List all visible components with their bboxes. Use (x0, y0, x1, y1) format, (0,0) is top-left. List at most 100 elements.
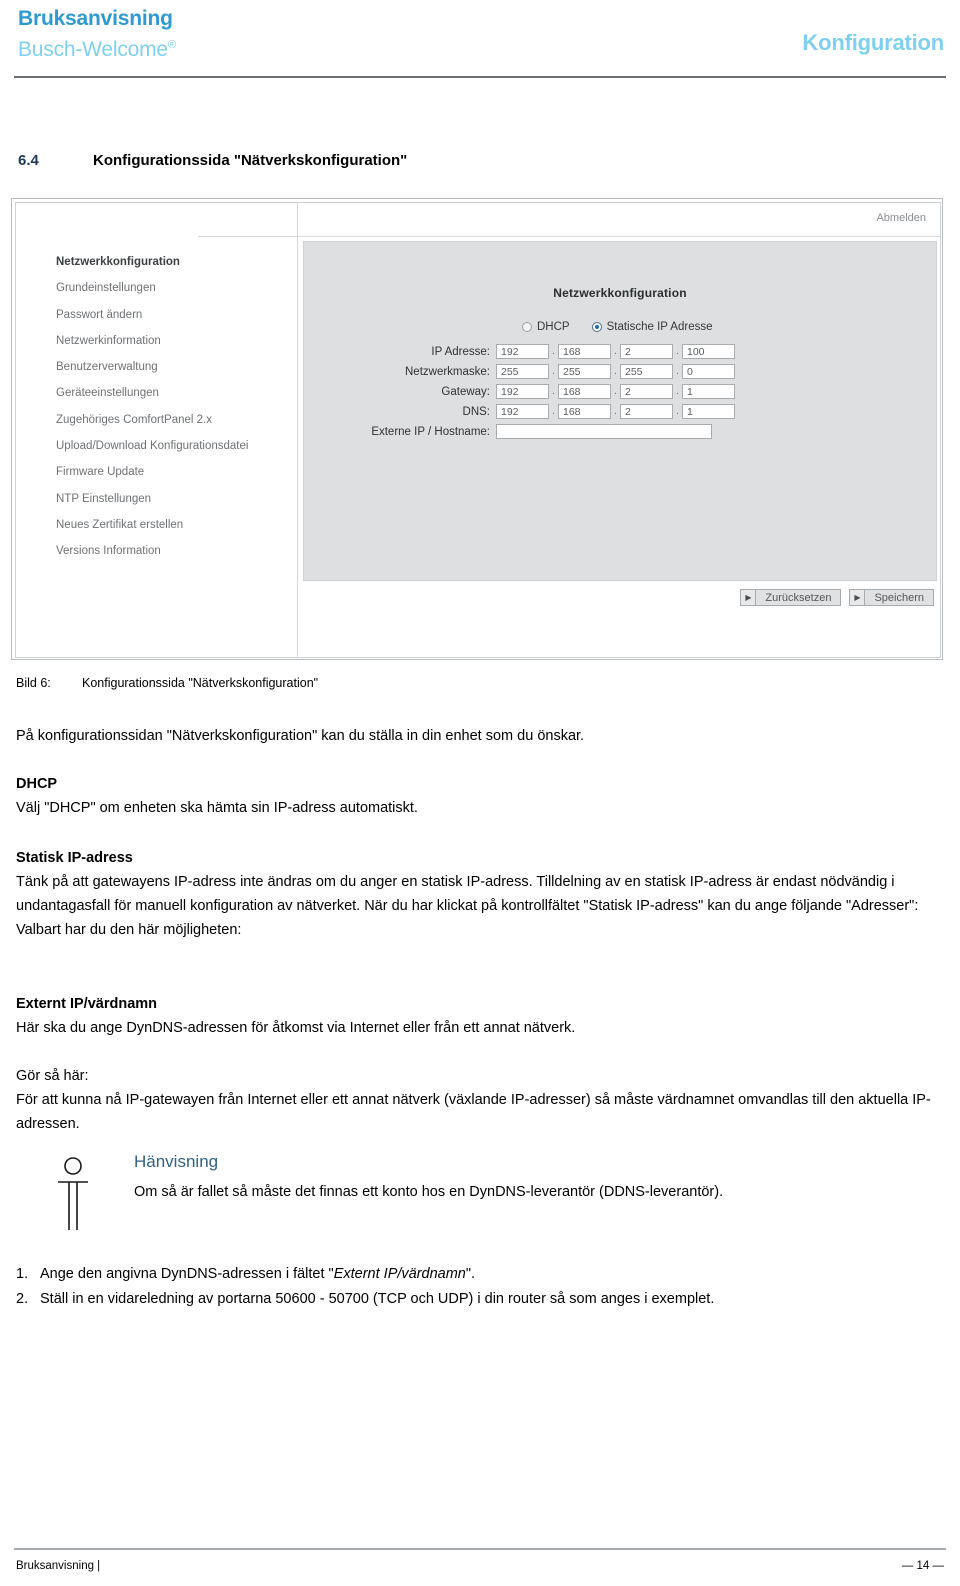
window-tab-area (198, 203, 298, 237)
howto-paragraph: För att kunna nå IP-gatewayen från Inter… (16, 1092, 931, 1132)
gateway-octet-4[interactable]: 1 (682, 384, 735, 399)
octet-separator: . (552, 406, 555, 417)
static-ip-radio[interactable] (591, 322, 602, 332)
external-hostname-row: Externe IP / Hostname: (304, 423, 936, 440)
ip-address-octet-3[interactable]: 2 (620, 344, 673, 359)
intro-paragraph: På konfigurationssidan "Nätverkskonfigur… (16, 724, 932, 748)
step-number-1: 1. (16, 1266, 29, 1282)
step-2-pre: Ställ in en vidareledning av portarna 50… (40, 1291, 715, 1307)
netmask-octet-4[interactable]: 0 (682, 364, 735, 379)
ip-address-row: IP Adresse: 192 . 168 . 2 . 100 (304, 343, 936, 360)
sidebar-item-grundeinstellungen[interactable]: Grundeinstellungen (16, 275, 297, 301)
header-chapter-title: Konfiguration (802, 30, 944, 55)
static-ip-radio-label: Statische IP Adresse (606, 321, 713, 333)
octet-separator: . (614, 366, 617, 377)
step-text-2: Ställ in en vidareledning av portarna 50… (40, 1287, 932, 1312)
dhcp-paragraph: Välj "DHCP" om enheten ska hämta sin IP-… (16, 800, 418, 816)
network-config-panel: Netzwerkkonfiguration DHCP Statische IP … (303, 241, 937, 581)
note-title: Hänvisning (134, 1152, 219, 1171)
brand-product-name: Busch-Welcome (18, 38, 168, 61)
save-button[interactable]: ▶ Speichern (849, 589, 934, 606)
step-number-2: 2. (16, 1291, 29, 1307)
sidebar-item-firmware-update[interactable]: Firmware Update (16, 459, 297, 485)
external-ip-section: Externt IP/värdnamn Här ska du ange DynD… (16, 992, 932, 1040)
form-action-buttons: ▶ Zurücksetzen ▶ Speichern (740, 589, 934, 606)
arrow-right-icon: ▶ (850, 590, 866, 605)
step-text-1: Ange den angivna DynDNS-adressen i fälte… (40, 1262, 932, 1287)
main-content: Netzwerkkonfiguration DHCP Statische IP … (299, 237, 940, 657)
save-button-label: Speichern (874, 591, 924, 604)
sidebar-item-netzwerkkonfiguration[interactable]: Netzwerkkonfiguration (16, 249, 297, 275)
reset-button-label: Zurücksetzen (765, 591, 832, 604)
octet-separator: . (676, 406, 679, 417)
intro-text: På konfigurationssidan "Nätverkskonfigur… (16, 728, 585, 744)
external-hostname-input[interactable] (496, 424, 712, 439)
octet-separator: . (614, 346, 617, 357)
sidebar-item-upload-download[interactable]: Upload/Download Konfigurationsdatei (16, 433, 297, 459)
footer-left-text: Bruksanvisning | (16, 1560, 101, 1572)
footer-divider (14, 1548, 946, 1550)
external-ip-paragraph: Här ska du ange DynDNS-adressen för åtko… (16, 1020, 576, 1036)
netmask-octet-3[interactable]: 255 (620, 364, 673, 379)
static-ip-heading: Statisk IP-adress (16, 850, 133, 866)
reset-button[interactable]: ▶ Zurücksetzen (740, 589, 842, 606)
sidebar-nav: Netzwerkkonfiguration Grundeinstellungen… (16, 237, 298, 657)
gateway-row: Gateway: 192 . 168 . 2 . 1 (304, 383, 936, 400)
dhcp-heading: DHCP (16, 776, 58, 792)
static-ip-section: Statisk IP-adress Tänk på att gatewayens… (16, 846, 932, 942)
netmask-label: Netzwerkmaske: (405, 365, 490, 378)
static-ip-paragraph-2: Valbart har du den här möjligheten: (16, 922, 242, 938)
panel-title: Netzwerkkonfiguration (553, 286, 687, 300)
connection-mode-radio-group: DHCP Statische IP Adresse (522, 318, 936, 336)
sidebar-item-ntp-einstellungen[interactable]: NTP Einstellungen (16, 486, 297, 512)
ip-address-octet-2[interactable]: 168 (558, 344, 611, 359)
dns-octet-1[interactable]: 192 (496, 404, 549, 419)
static-ip-paragraph: Tänk på att gatewayens IP-adress inte än… (16, 874, 919, 914)
dns-octet-4[interactable]: 1 (682, 404, 735, 419)
sidebar-item-passwort-aendern[interactable]: Passwort ändern (16, 302, 297, 328)
howto-section: Gör så här: För att kunna nå IP-gatewaye… (16, 1064, 932, 1136)
gateway-octet-3[interactable]: 2 (620, 384, 673, 399)
sidebar-item-benutzerverwaltung[interactable]: Benutzerverwaltung (16, 354, 297, 380)
external-hostname-label: Externe IP / Hostname: (371, 425, 490, 438)
brand-title-line2: Busch-Welcome® (18, 32, 176, 63)
sidebar-item-geraeteeinstellungen[interactable]: Geräteeinstellungen (16, 380, 297, 406)
page-number: — 14 — (901, 1560, 944, 1572)
step-1-emphasis: Externt IP/värdnamn (333, 1266, 466, 1282)
external-ip-heading: Externt IP/värdnamn (16, 996, 158, 1012)
octet-separator: . (676, 346, 679, 357)
section-number: 6.4 (18, 152, 39, 169)
sidebar-item-versions-information[interactable]: Versions Information (16, 538, 297, 564)
howto-heading: Gör så här: (16, 1068, 89, 1084)
dns-octet-3[interactable]: 2 (620, 404, 673, 419)
sidebar-item-neues-zertifikat[interactable]: Neues Zertifikat erstellen (16, 512, 297, 538)
ip-address-label: IP Adresse: (431, 345, 490, 358)
dhcp-radio-label: DHCP (537, 321, 570, 333)
registered-mark: ® (167, 39, 176, 51)
octet-separator: . (676, 386, 679, 397)
octet-separator: . (552, 366, 555, 377)
octet-separator: . (614, 386, 617, 397)
gateway-octet-2[interactable]: 168 (558, 384, 611, 399)
steps-list: 1. Ange den angivna DynDNS-adressen i fä… (16, 1262, 932, 1312)
gateway-octet-1[interactable]: 192 (496, 384, 549, 399)
brand-title-line1: Bruksanvisning (18, 7, 173, 30)
dns-label: DNS: (462, 405, 490, 418)
step-1-post: ". (465, 1266, 476, 1282)
sidebar-item-comfortpanel[interactable]: Zugehöriges ComfortPanel 2.x (16, 407, 297, 433)
dhcp-section: DHCP Välj "DHCP" om enheten ska hämta si… (16, 772, 932, 820)
dns-octet-2[interactable]: 168 (558, 404, 611, 419)
header-divider (14, 76, 946, 78)
figure-caption-text: Konfigurationssida "Nätverkskonfiguratio… (82, 676, 319, 690)
ip-address-octet-4[interactable]: 100 (682, 344, 735, 359)
note-text: Om så är fallet så måste det finnas ett … (134, 1184, 724, 1200)
ip-address-octet-1[interactable]: 192 (496, 344, 549, 359)
logout-link[interactable]: Abmelden (876, 212, 926, 224)
page-header: Bruksanvisning Busch-Welcome® Konfigurat… (0, 0, 960, 90)
sidebar-item-netzwerkinformation[interactable]: Netzwerkinformation (16, 328, 297, 354)
figure-caption: Bild 6: Konfigurationssida "Nätverkskonfi… (16, 676, 318, 690)
netmask-octet-2[interactable]: 255 (558, 364, 611, 379)
dhcp-radio[interactable] (522, 322, 532, 332)
octet-separator: . (676, 366, 679, 377)
netmask-octet-1[interactable]: 255 (496, 364, 549, 379)
